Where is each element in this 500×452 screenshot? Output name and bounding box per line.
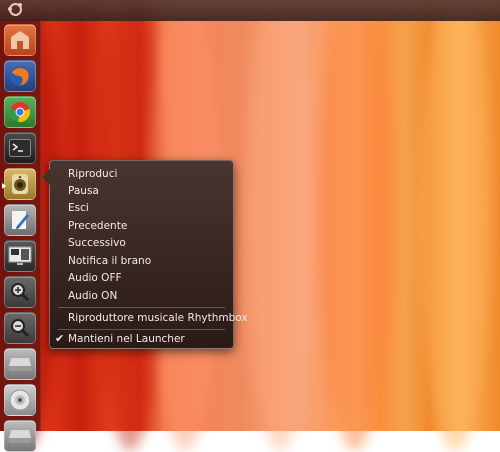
launcher-home-folder[interactable] <box>4 24 36 56</box>
chrome-icon <box>9 102 30 122</box>
launcher <box>0 20 41 452</box>
checkmark-icon: ✔ <box>55 332 65 345</box>
magnifier-plus-icon <box>11 283 30 302</box>
home-folder-icon <box>11 31 29 49</box>
pencil-icon <box>12 211 29 229</box>
terminal-icon <box>9 139 31 157</box>
launcher-chromium[interactable] <box>4 96 36 128</box>
speaker-icon <box>12 174 28 194</box>
launcher-drive-2[interactable] <box>4 420 36 452</box>
menu-item-audio-on[interactable]: Audio ON <box>68 289 117 303</box>
launcher-cd-drive[interactable] <box>4 384 36 416</box>
launcher-text-editor[interactable] <box>4 204 36 236</box>
hard-drive-icon <box>9 430 31 443</box>
menu-separator <box>58 329 225 330</box>
launcher-zoom-out[interactable] <box>4 312 36 344</box>
wallpaper-fold <box>320 0 390 451</box>
menu-item-play[interactable]: Riproduci <box>68 167 117 181</box>
launcher-firefox[interactable] <box>4 60 36 92</box>
launcher-terminal[interactable] <box>4 132 36 164</box>
running-indicator <box>2 183 6 189</box>
menu-item-pause[interactable]: Pausa <box>68 184 99 198</box>
launcher-zoom-in[interactable] <box>4 276 36 308</box>
launcher-drive[interactable] <box>4 348 36 380</box>
firefox-icon <box>10 66 30 86</box>
wallpaper-fold <box>245 0 315 451</box>
menu-item-app-title[interactable]: Riproduttore musicale Rhythmbox <box>68 311 248 325</box>
wallpaper-fold <box>420 0 490 451</box>
launcher-rhythmbox[interactable] <box>2 168 36 200</box>
menu-separator <box>58 307 225 308</box>
menu-item-quit[interactable]: Esci <box>68 201 89 215</box>
rhythmbox-quicklist: Riproduci Pausa Esci Precedente Successi… <box>42 160 248 349</box>
monitor-icon <box>8 246 32 265</box>
disc-icon <box>9 389 31 411</box>
launcher-system-monitor[interactable] <box>4 240 36 272</box>
menu-item-keep-in-launcher[interactable]: Mantieni nel Launcher <box>68 332 185 346</box>
top-panel <box>0 0 500 21</box>
menu-item-next[interactable]: Successivo <box>68 236 126 250</box>
menu-item-audio-off[interactable]: Audio OFF <box>68 271 122 285</box>
hard-drive-icon <box>9 358 31 371</box>
menu-item-notify-track[interactable]: Notifica il brano <box>68 254 151 268</box>
magnifier-minus-icon <box>11 319 30 338</box>
menu-item-previous[interactable]: Precedente <box>68 219 127 233</box>
ubuntu-logo-icon[interactable] <box>8 3 22 16</box>
